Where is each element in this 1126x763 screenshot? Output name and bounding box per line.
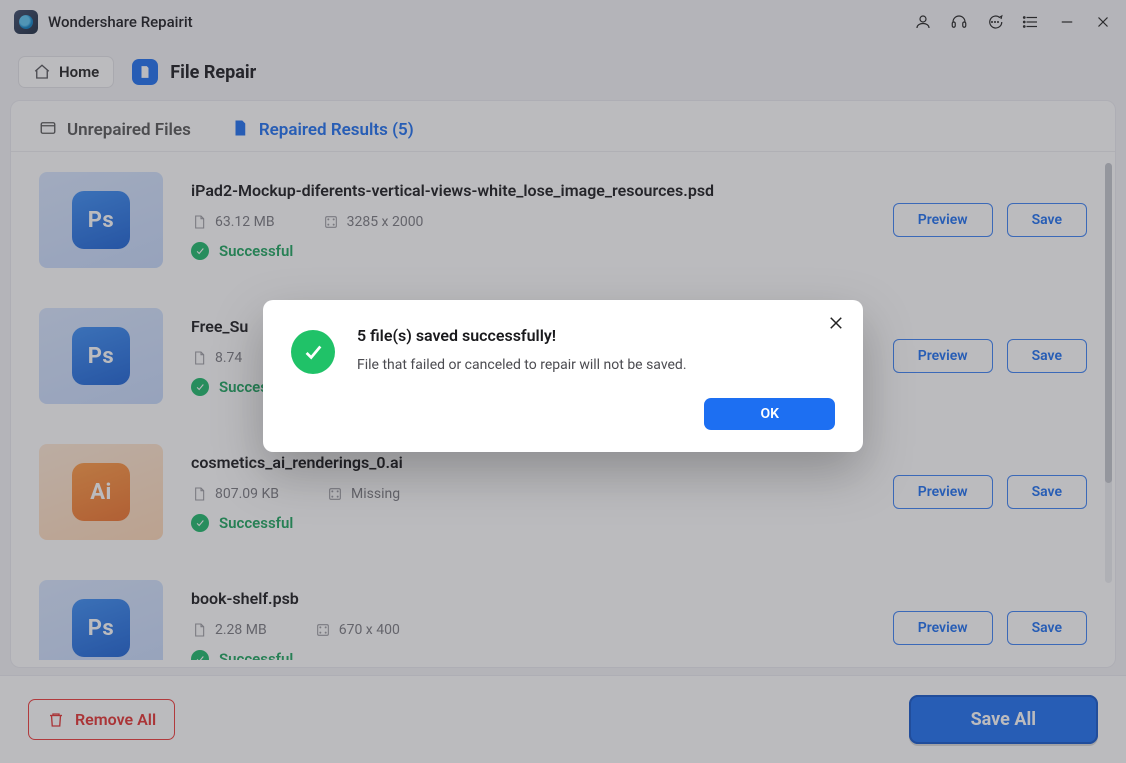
success-check-icon [291,330,335,374]
modal-message: File that failed or canceled to repair w… [357,357,687,373]
modal-title: 5 file(s) saved successfully! [357,326,687,345]
modal-close-button[interactable] [827,314,845,336]
modal-ok-button[interactable]: OK [704,398,835,430]
save-success-modal: 5 file(s) saved successfully! File that … [263,300,863,452]
